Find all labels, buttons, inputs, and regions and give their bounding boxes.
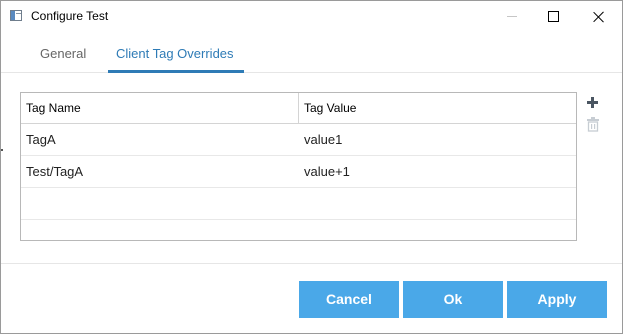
delete-tag-button[interactable] [585,116,601,132]
active-tab-indicator [108,70,244,73]
maximize-button[interactable] [530,1,576,32]
table-row[interactable]: TagA value1 [21,124,576,156]
close-icon [593,11,605,23]
tab-general[interactable]: General [40,46,86,61]
window-title: Configure Test [31,9,109,23]
tag-value-cell[interactable]: value1 [299,124,576,155]
table-body: TagA value1 Test/TagA value+1 [21,124,576,240]
table-row[interactable]: Test/TagA value+1 [21,156,576,188]
column-header-tag-value[interactable]: Tag Value [299,93,576,123]
cancel-button[interactable]: Cancel [299,281,399,318]
tag-overrides-table: Tag Name Tag Value TagA value1 Test/TagA… [20,92,577,241]
close-button[interactable] [576,1,622,32]
maximize-icon [547,11,559,22]
tag-name-cell[interactable]: Test/TagA [21,156,299,187]
app-window-icon [10,10,22,21]
column-header-tag-name[interactable]: Tag Name [21,93,299,123]
minimize-icon [507,16,517,17]
trash-icon [587,117,599,132]
tag-name-cell[interactable]: TagA [21,124,299,155]
title-bar[interactable]: Configure Test [1,1,622,32]
apply-button[interactable]: Apply [507,281,607,318]
configure-test-dialog: Configure Test General Client Tag Overri… [0,0,623,334]
add-tag-button[interactable] [585,95,601,111]
edge-mark [1,149,3,151]
table-row-empty [21,220,576,240]
plus-icon [587,97,598,108]
ok-button[interactable]: Ok [403,281,503,318]
tab-bar: General Client Tag Overrides [1,32,622,73]
table-row-empty [21,188,576,220]
table-header: Tag Name Tag Value [21,93,576,124]
minimize-button[interactable] [489,1,535,32]
footer-divider [1,263,622,264]
tag-value-cell[interactable]: value+1 [299,156,576,187]
tab-client-tag-overrides[interactable]: Client Tag Overrides [116,46,234,61]
